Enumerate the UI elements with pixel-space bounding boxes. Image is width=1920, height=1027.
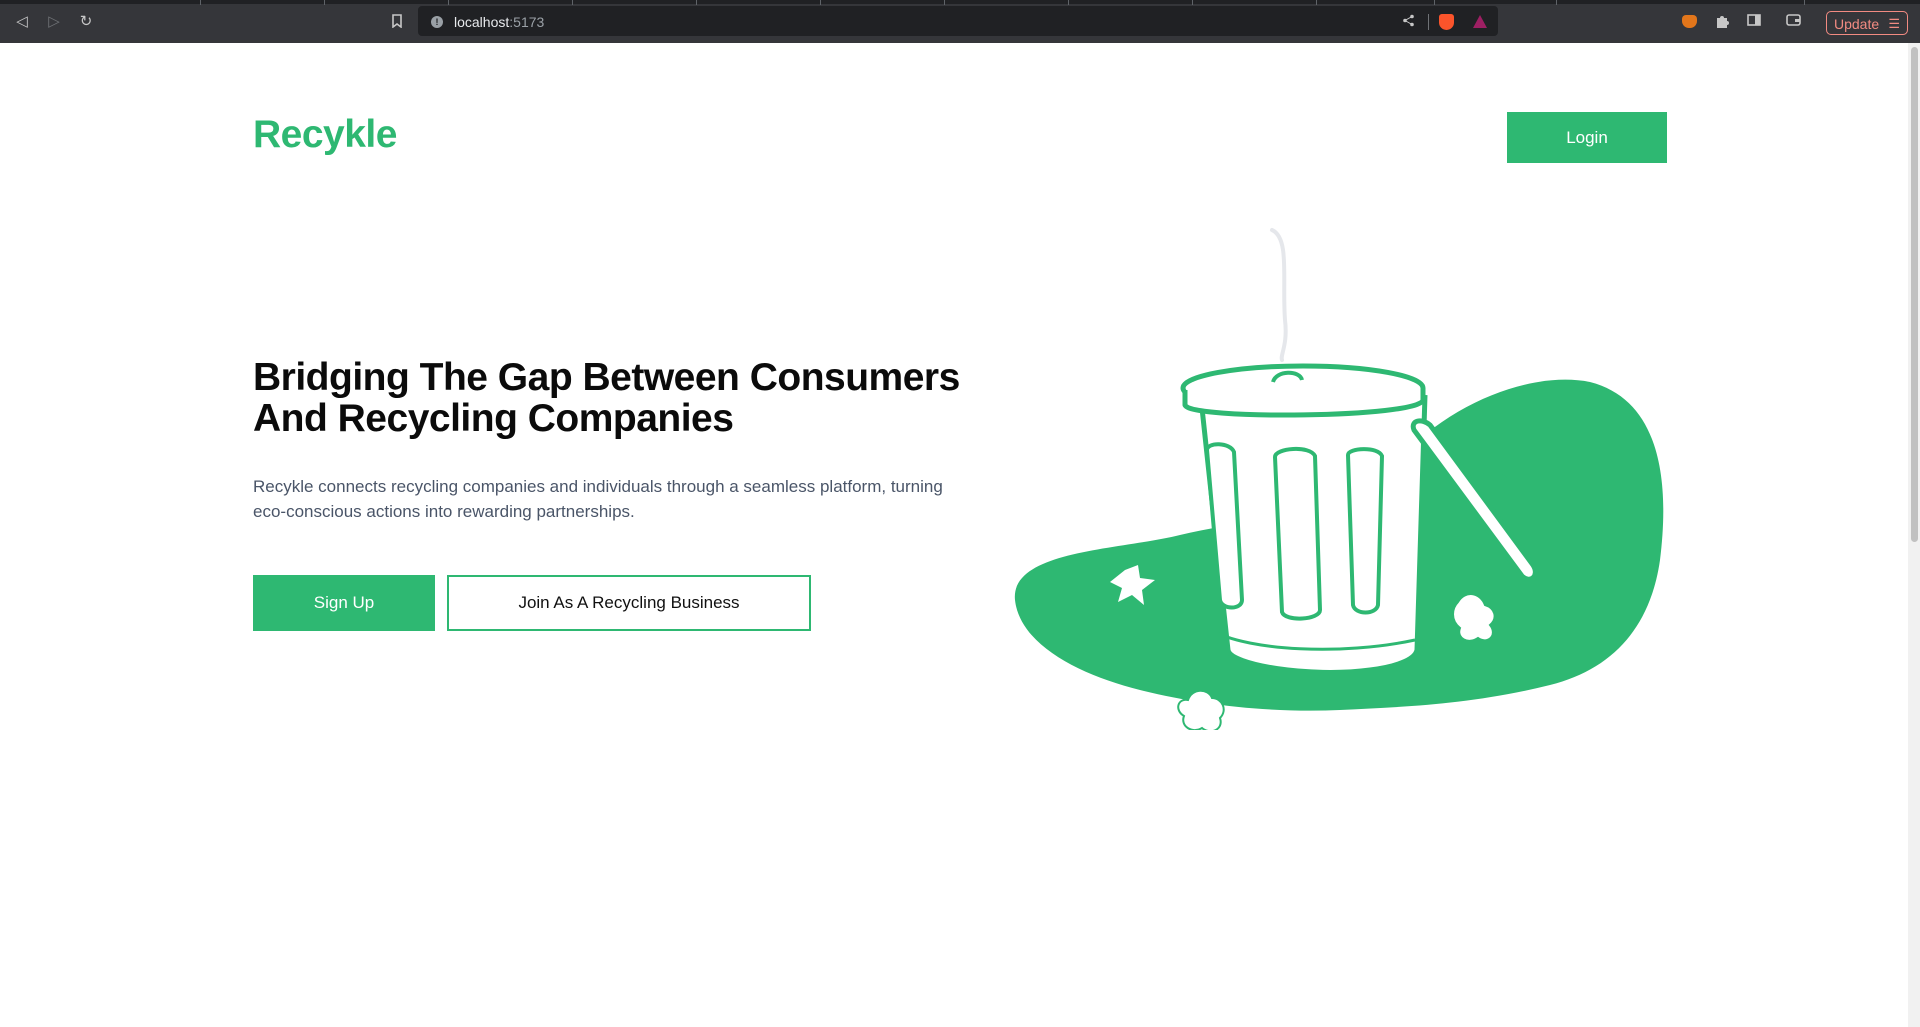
- hero-headline: Bridging The Gap Between Consumers And R…: [253, 356, 960, 440]
- share-icon[interactable]: [1400, 14, 1416, 30]
- extensions-icon[interactable]: [1714, 14, 1730, 30]
- brave-rewards-icon[interactable]: [1473, 15, 1487, 28]
- scrollbar-thumb[interactable]: [1911, 47, 1918, 542]
- menu-icon: ☰: [1888, 16, 1900, 31]
- address-bar[interactable]: [418, 6, 1498, 36]
- sidebar-icon[interactable]: [1746, 14, 1762, 30]
- bookmark-icon[interactable]: [389, 14, 405, 30]
- site-info-icon[interactable]: !: [431, 16, 443, 28]
- url-text[interactable]: localhost:5173: [454, 14, 544, 30]
- back-icon[interactable]: ◁: [13, 13, 31, 31]
- brave-shields-icon[interactable]: [1439, 14, 1454, 30]
- browser-toolbar: ◁ ▷ ↻ ! localhost:5173 Update ☰: [0, 0, 1920, 43]
- forward-icon[interactable]: ▷: [45, 13, 63, 31]
- hero-description: Recykle connects recycling companies and…: [253, 477, 943, 521]
- login-button[interactable]: Login: [1507, 112, 1667, 163]
- trash-can-illustration: [1014, 228, 1664, 730]
- tab-strip: [0, 0, 1920, 5]
- brand-logo[interactable]: Recykle: [253, 113, 397, 157]
- wallet-icon[interactable]: [1785, 14, 1801, 30]
- join-business-button[interactable]: Join As A Recycling Business: [447, 575, 811, 631]
- reload-icon[interactable]: ↻: [77, 13, 95, 31]
- metamask-extension-icon[interactable]: [1682, 15, 1697, 28]
- signup-button[interactable]: Sign Up: [253, 575, 435, 631]
- update-button[interactable]: Update ☰: [1826, 11, 1908, 35]
- toolbar-divider: [1428, 14, 1429, 30]
